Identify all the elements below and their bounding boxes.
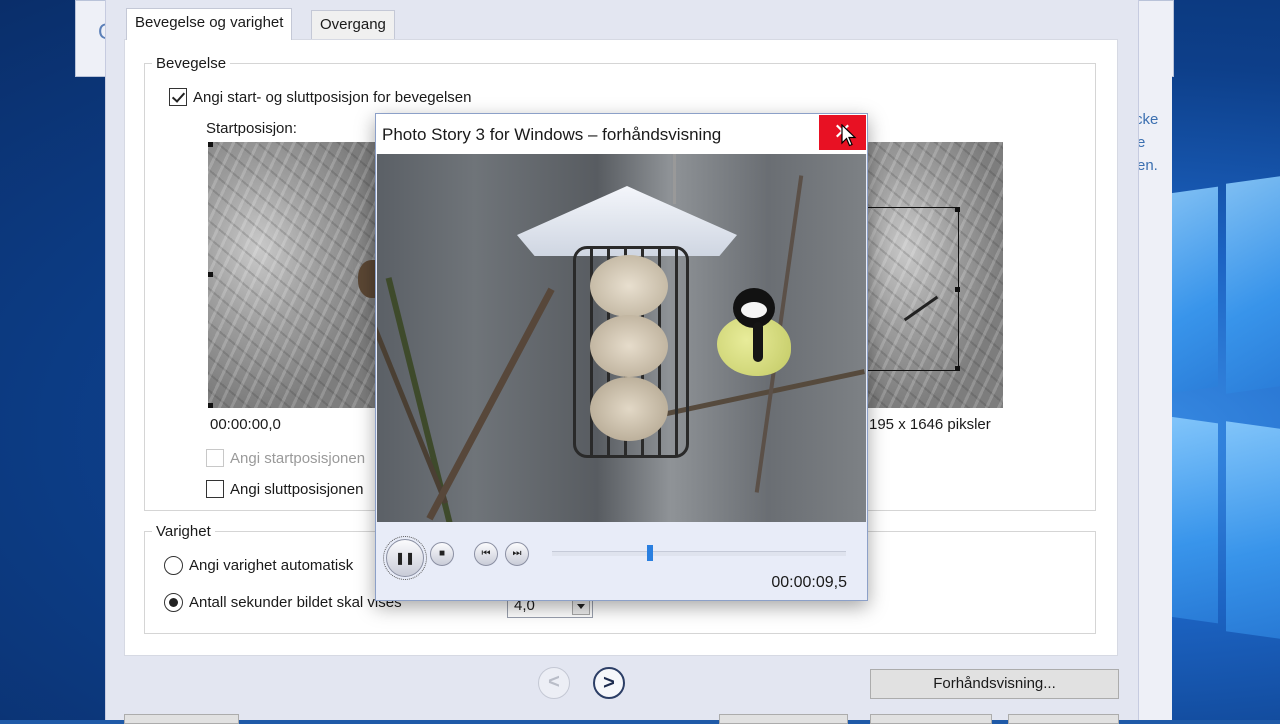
start-position-image[interactable] — [208, 142, 378, 408]
cancel-button[interactable] — [1008, 714, 1119, 724]
previous-button[interactable]: ⏮ — [474, 542, 498, 566]
seconds-radio[interactable] — [164, 593, 183, 612]
end-position-image[interactable] — [866, 142, 1003, 408]
duration-group-legend: Varighet — [152, 523, 215, 540]
tab-transition[interactable]: Overgang — [311, 10, 395, 40]
pause-icon: ❚❚ — [394, 551, 416, 565]
stop-button[interactable]: ■ — [430, 542, 454, 566]
branch-shape — [426, 287, 555, 521]
auto-duration-radio[interactable] — [164, 556, 183, 575]
crop-handle[interactable] — [955, 207, 960, 212]
seek-bar[interactable] — [552, 545, 846, 561]
set-start-label: Angi startposisjonen — [230, 450, 366, 467]
set-end-checkbox[interactable] — [206, 480, 224, 498]
suet-ball — [590, 255, 668, 317]
set-end-label: Angi sluttposisjonen — [230, 481, 364, 498]
great-tit-bird — [713, 286, 795, 378]
help-button[interactable] — [124, 714, 239, 724]
tab-motion-duration[interactable]: Bevegelse og varighet — [126, 8, 293, 40]
radio-dot-icon — [169, 598, 178, 607]
feeder-hook — [673, 154, 676, 204]
crop-handle[interactable] — [955, 366, 960, 371]
crop-handle[interactable] — [208, 142, 213, 147]
seek-thumb[interactable] — [647, 545, 653, 561]
motion-enable-label: Angi start- og sluttposisjon for bevegel… — [193, 89, 472, 106]
preview-window: Photo Story 3 for Windows – forhåndsvisn… — [375, 113, 868, 601]
seconds-label: Antall sekunder bildet skal vises — [189, 594, 402, 611]
next-step-button[interactable] — [870, 714, 992, 724]
crop-handle[interactable] — [208, 272, 213, 277]
preview-button[interactable]: Forhåndsvisning... — [870, 669, 1119, 699]
windows-logo — [1170, 176, 1280, 660]
save-project-button[interactable] — [719, 714, 848, 724]
feeder-cage — [573, 246, 689, 458]
preview-video — [377, 154, 866, 522]
preview-titlebar[interactable]: Photo Story 3 for Windows – forhåndsvisn… — [376, 114, 867, 154]
start-position-label: Startposisjon: — [206, 120, 297, 137]
background-text-3: en. — [1137, 157, 1158, 174]
bird-stripe — [753, 322, 763, 362]
next-frame-button[interactable]: ⏭ — [505, 542, 529, 566]
stop-icon: ■ — [438, 548, 446, 559]
end-size-text: 195 x 1646 piksler — [869, 416, 991, 433]
suet-ball — [590, 315, 668, 377]
background-window-edge: cke e en. — [1135, 75, 1172, 720]
crop-handle[interactable] — [208, 403, 213, 408]
checkmark-icon — [171, 89, 186, 103]
crop-handle[interactable] — [955, 287, 960, 292]
preview-title: Photo Story 3 for Windows – forhåndsvisn… — [382, 125, 722, 144]
back-button[interactable]: < — [538, 667, 570, 699]
motion-enable-checkbox[interactable] — [169, 88, 187, 106]
skip-back-icon: ⏮ — [481, 548, 491, 559]
auto-duration-label: Angi varighet automatisk — [189, 557, 354, 574]
pause-button[interactable]: ❚❚ — [383, 536, 427, 580]
bird-cheek — [741, 302, 767, 318]
preview-time: 00:00:09,5 — [771, 574, 847, 591]
set-start-checkbox[interactable] — [206, 449, 224, 467]
skip-forward-icon: ⏭ — [512, 548, 522, 559]
mouse-pointer-icon — [841, 124, 857, 147]
next-button[interactable]: > — [593, 667, 625, 699]
motion-group-legend: Bevegelse — [152, 55, 231, 72]
end-crop-rectangle — [866, 207, 959, 371]
suet-ball — [590, 377, 668, 441]
start-time: 00:00:00,0 — [210, 416, 281, 433]
